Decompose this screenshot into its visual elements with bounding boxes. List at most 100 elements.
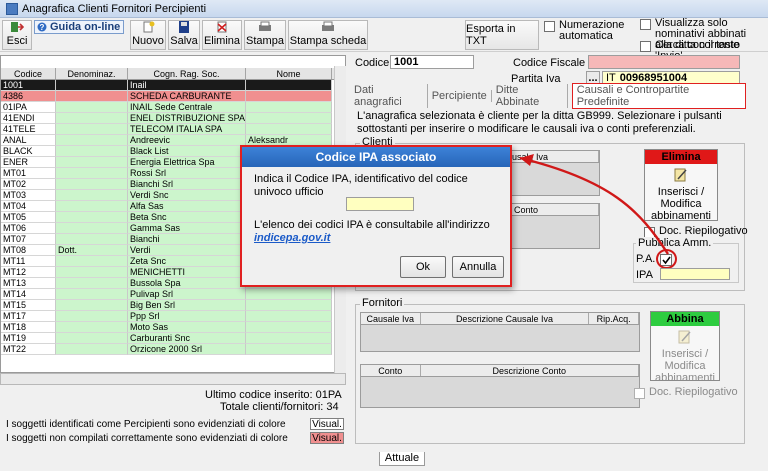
- tab-ditte-abbinate[interactable]: Ditte Abbinate: [492, 84, 568, 108]
- numerazione-box[interactable]: [544, 21, 555, 32]
- guida-online-button[interactable]: ? Guida on-line: [34, 20, 124, 34]
- grid-horizontal-scrollbar[interactable]: [0, 373, 346, 385]
- cell-cogn: ENEL DISTRIBUZIONE SPA: [128, 113, 246, 124]
- ipa-field[interactable]: [660, 268, 730, 280]
- cell-codice: MT12: [1, 267, 56, 278]
- esporta-label: Esporta in TXT: [466, 23, 516, 47]
- ultimo-codice: Ultimo codice inserito: 01PA: [205, 389, 342, 401]
- fornitori-causali-table[interactable]: Causale Iva Descrizione Causale Iva Rip.…: [360, 312, 640, 352]
- cell-nome: [246, 124, 332, 135]
- cell-codice: MT02: [1, 179, 56, 190]
- dialog-text2: L'elenco dei codici IPA è consultabile a…: [254, 219, 490, 231]
- help-icon: ?: [37, 22, 47, 32]
- print-icon: [259, 21, 271, 31]
- table-row[interactable]: 4386 SCHEDA CARBURANTE: [1, 91, 345, 102]
- cell-denom: [56, 289, 128, 300]
- cell-codice: MT03: [1, 190, 56, 201]
- table-row[interactable]: MT22 Orzicone 2000 Srl: [1, 344, 345, 355]
- cell-codice: MT18: [1, 322, 56, 333]
- cell-codice: MT07: [1, 234, 56, 245]
- cell-cogn: Ppp Srl: [128, 311, 246, 322]
- tab-dati-anagrafici[interactable]: Dati anagrafici: [354, 84, 428, 108]
- cell-codice: BLACK: [1, 146, 56, 157]
- svg-text:?: ?: [40, 23, 45, 32]
- indicepa-link[interactable]: indicepa.gov.it: [254, 232, 330, 244]
- col-codice[interactable]: Codice: [1, 68, 56, 79]
- col-denominazione[interactable]: Denominaz.: [56, 68, 128, 79]
- cell-cogn: Bussola Spa: [128, 278, 246, 289]
- stampa-scheda-label: Stampa scheda: [289, 35, 367, 47]
- elimina-button[interactable]: Elimina: [202, 20, 242, 50]
- cell-codice: 41TELE: [1, 124, 56, 135]
- cell-nome: [246, 102, 332, 113]
- edit-note-icon: [678, 330, 691, 344]
- fornitori-abbina-button[interactable]: Abbina: [651, 312, 719, 326]
- percipienti-note: I soggetti identificati come Percipienti…: [6, 419, 286, 430]
- cell-denom: [56, 212, 128, 223]
- cell-codice: MT01: [1, 168, 56, 179]
- numerazione-checkbox[interactable]: Numerazione automatica: [544, 20, 636, 42]
- totale-clienti: Totale clienti/fornitori: 34: [220, 401, 339, 413]
- forn-conto-header: Conto: [361, 365, 421, 376]
- dialog-annulla-button[interactable]: Annulla: [452, 256, 504, 278]
- nuovo-button[interactable]: Nuovo: [130, 20, 166, 50]
- cerca-box[interactable]: [640, 41, 651, 52]
- esci-button[interactable]: Esci: [2, 20, 32, 50]
- cell-codice: 1001: [1, 80, 56, 91]
- col-nome[interactable]: Nome: [246, 68, 332, 79]
- col-cognome[interactable]: Cogn. Rag. Soc.: [128, 68, 246, 79]
- visual-non-compilati-button[interactable]: Visual.: [310, 432, 344, 444]
- table-row[interactable]: MT14 Pulivap Srl: [1, 289, 345, 300]
- visual-percipienti-button[interactable]: Visual.: [310, 418, 344, 430]
- codice-fiscale-field[interactable]: [588, 55, 740, 69]
- visualizza-box[interactable]: [640, 19, 651, 30]
- cell-denom: Dott.: [56, 245, 128, 256]
- stampa-scheda-button[interactable]: Stampa scheda: [288, 20, 368, 50]
- cell-denom: [56, 80, 128, 91]
- tab-percipiente[interactable]: Percipiente: [428, 90, 492, 102]
- fornitori-doc-riepilogativo-box[interactable]: [634, 388, 645, 399]
- dialog-ipa-input[interactable]: [346, 197, 414, 211]
- cell-cogn: Big Ben Srl: [128, 300, 246, 311]
- cell-cogn: Black List: [128, 146, 246, 157]
- fornitori-inserisci-button[interactable]: Inserisci / Modifica abbinamenti: [651, 348, 719, 384]
- cell-denom: [56, 322, 128, 333]
- stampa-button[interactable]: Stampa: [244, 20, 286, 50]
- cell-cogn: Pulivap Srl: [128, 289, 246, 300]
- esci-label: Esci: [6, 35, 28, 47]
- cell-denom: [56, 190, 128, 201]
- codice-field[interactable]: 1001: [390, 55, 474, 69]
- cell-codice: ANAL: [1, 135, 56, 146]
- table-row[interactable]: MT15 Big Ben Srl: [1, 300, 345, 311]
- fornitori-conti-table[interactable]: Conto Descrizione Conto: [360, 364, 640, 408]
- new-icon: [143, 21, 155, 33]
- table-row[interactable]: 01IPA INAIL Sede Centrale: [1, 102, 345, 113]
- tab-attuale[interactable]: Attuale: [379, 452, 425, 466]
- cell-nome: [246, 289, 332, 300]
- cell-codice: MT11: [1, 256, 56, 267]
- cell-nome: [246, 80, 332, 91]
- esporta-txt-button[interactable]: Esporta in TXT: [465, 20, 539, 50]
- salva-button[interactable]: Salva: [168, 20, 200, 50]
- tab-causali-contropartite[interactable]: Causali e Contropartite Predefinite: [571, 83, 747, 109]
- save-icon: [179, 21, 189, 33]
- codice-label: Codice: [355, 57, 390, 69]
- dialog-ok-button[interactable]: Ok: [400, 256, 446, 278]
- cell-cogn: Zeta Snc: [128, 256, 246, 267]
- cell-nome: [246, 300, 332, 311]
- cell-codice: 4386: [1, 91, 56, 102]
- cell-cogn: SCHEDA CARBURANTE: [128, 91, 246, 102]
- cell-codice: MT08: [1, 245, 56, 256]
- table-row[interactable]: 41TELE TELECOM ITALIA SPA: [1, 124, 345, 135]
- table-row[interactable]: 1001 Inail: [1, 80, 345, 91]
- fornitori-doc-riepilogativo[interactable]: Doc. Riepilogativo: [634, 387, 738, 399]
- table-row[interactable]: MT18 Moto Sas: [1, 322, 345, 333]
- table-row[interactable]: MT19 Carburanti Snc: [1, 333, 345, 344]
- cell-codice: MT05: [1, 212, 56, 223]
- cell-denom: [56, 278, 128, 289]
- table-row[interactable]: 41ENDI ENEL DISTRIBUZIONE SPA: [1, 113, 345, 124]
- table-row[interactable]: MT17 Ppp Srl: [1, 311, 345, 322]
- cell-denom: [56, 157, 128, 168]
- stampa-label: Stampa: [246, 35, 284, 47]
- toolbar: Esci ? Guida on-line Nuovo Salva Elimina…: [0, 18, 768, 62]
